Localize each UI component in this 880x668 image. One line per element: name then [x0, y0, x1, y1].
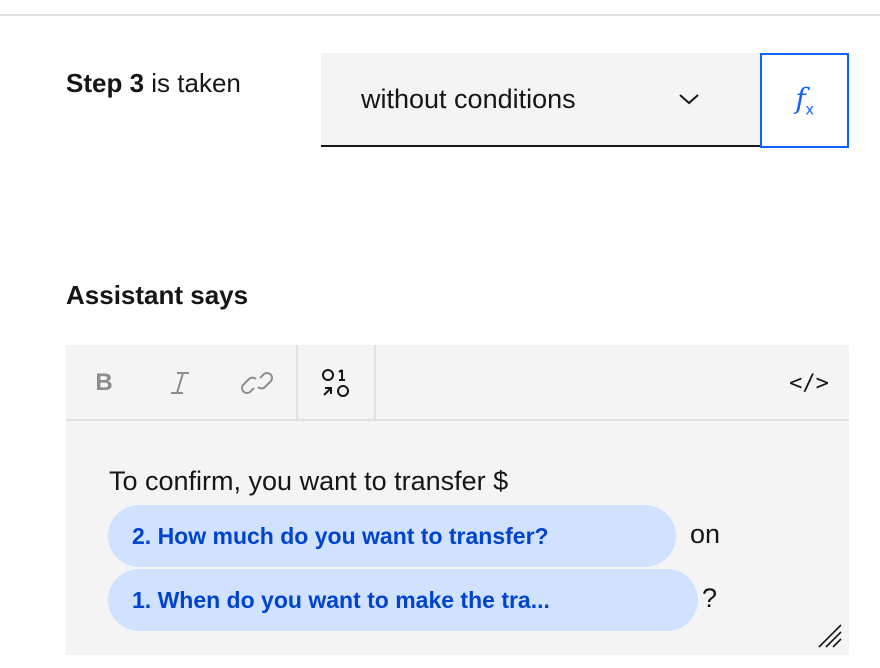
condition-dropdown[interactable]: without conditions [321, 53, 760, 147]
editor-content[interactable]: To confirm, you want to transfer $ 2. Ho… [66, 421, 849, 655]
step-number: Step 3 [66, 68, 145, 98]
message-text-on: on [690, 519, 721, 549]
insert-variable-button[interactable] [298, 345, 374, 421]
link-icon [241, 372, 273, 394]
message-text-question: ? [702, 583, 718, 613]
message-text-start: To confirm, you want to transfer $ [109, 466, 509, 496]
link-button[interactable] [234, 345, 280, 421]
expression-button[interactable]: fx [760, 53, 849, 148]
variable-chip-transfer-date[interactable]: 1. When do you want to make the tra... [108, 569, 698, 631]
code-icon: </> [789, 370, 829, 396]
bold-icon: B [95, 369, 113, 396]
condition-value: without conditions [361, 83, 576, 114]
variable-icon [322, 369, 349, 397]
chevron-down-icon [679, 94, 699, 105]
step-label: Step 3 is taken [66, 66, 286, 100]
code-view-button[interactable]: </> [784, 345, 834, 421]
editor-toolbar: B </> [66, 345, 849, 421]
toolbar-separator [374, 345, 376, 421]
italic-button[interactable] [160, 345, 200, 421]
assistant-says-heading: Assistant says [66, 280, 249, 310]
resize-handle-icon[interactable] [815, 621, 843, 649]
top-divider [0, 14, 880, 16]
function-icon: fx [795, 81, 814, 119]
variable-chip-transfer-amount[interactable]: 2. How much do you want to transfer? [108, 505, 676, 567]
bold-button[interactable]: B [84, 345, 124, 421]
step-taken-text: is taken [144, 68, 241, 98]
response-editor: B </> To confirm, you want to transfer $… [66, 345, 849, 655]
italic-icon [171, 372, 189, 394]
